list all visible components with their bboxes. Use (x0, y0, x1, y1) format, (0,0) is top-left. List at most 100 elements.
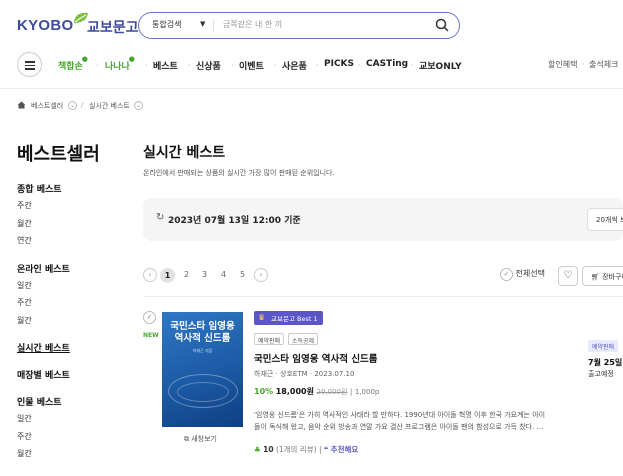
nav-item-nanana[interactable]: 나나나 ● (105, 55, 135, 72)
attendance-link[interactable]: 출석체크 (589, 59, 618, 70)
sidebar-heading-overall[interactable]: 종합 베스트 (17, 182, 62, 195)
nav-item-kyobo-only[interactable]: 교보ONLY (419, 59, 462, 72)
breadcrumb-realtime[interactable]: 실시간 베스트 (89, 101, 130, 111)
page-5[interactable]: 5 (240, 270, 245, 279)
review-count: (1개의 리뷰) (275, 445, 317, 454)
sidebar-item-monthly[interactable]: 월간 (17, 315, 32, 326)
original-price: 20,000원 (316, 388, 348, 396)
select-all[interactable]: ✓ 전체선택 (500, 268, 545, 281)
recommend-label: 추천해요 (330, 445, 359, 454)
book-checkbox[interactable]: ✓ (143, 311, 156, 324)
book-cover[interactable]: 국민스타 임영웅 역사적 신드롬 하재근 지음 (162, 312, 243, 427)
chevron-down-icon[interactable]: ⌄ (68, 101, 77, 110)
book-publisher[interactable]: 상호ETM (280, 370, 308, 378)
book-description: '임영웅 신드롬'은 가히 역사적인 사태라 할 만하다. 1990년대 아이돌… (254, 409, 554, 433)
breadcrumb-bestseller[interactable]: 베스트셀러 (31, 101, 63, 111)
cover-subtitle: 하재근 지음 (192, 348, 213, 353)
nav-item-best[interactable]: 베스트 (153, 59, 178, 72)
checkbox-icon[interactable]: ✓ (500, 268, 513, 281)
logo-wordmark: KYOBO (17, 17, 74, 34)
new-badge: NEW (143, 332, 159, 339)
nav-separator: · (145, 61, 148, 70)
search-icon[interactable] (435, 18, 449, 32)
sidebar-heading-store[interactable]: 매장별 베스트 (17, 368, 70, 381)
sale-price: 18,000원 (275, 387, 314, 396)
header-divider (0, 88, 623, 89)
nav-separator: · (188, 61, 191, 70)
sidebar-heading-person[interactable]: 인물 베스트 (17, 395, 62, 408)
section-description: 온라인에서 판매되는 상품의 실시간 가장 많이 판매된 순위입니다. (143, 169, 335, 177)
search-category[interactable]: 통합검색 (152, 19, 181, 30)
sidebar-item-monthly[interactable]: 월간 (17, 448, 32, 459)
menu-icon-bar (25, 68, 35, 70)
menu-icon-bar (25, 64, 35, 66)
ship-status: 출고예정 (588, 370, 614, 378)
refresh-icon[interactable]: ↻ (156, 212, 164, 223)
sidebar-heading-online[interactable]: 온라인 베스트 (17, 262, 70, 275)
caret-down-icon[interactable]: ▼ (200, 20, 205, 28)
prev-page-icon[interactable]: ‹ (143, 268, 157, 282)
book-meta: 하재근 · 상호ETM · 2023.07.10 (254, 370, 355, 378)
best-badge: ♛ 교보문고 Best 1 (254, 311, 323, 325)
page-2[interactable]: 2 (184, 270, 189, 279)
discount-link[interactable]: 할인혜택 (548, 59, 577, 70)
nav-separator: · (316, 61, 319, 70)
home-icon[interactable] (17, 101, 26, 109)
breadcrumb-separator: / (81, 101, 84, 109)
search-input[interactable]: 금쪽같은 내 한 끼 (223, 19, 282, 30)
external-link-icon: ⧉ (184, 435, 189, 443)
cover-art (177, 382, 229, 402)
page-3[interactable]: 3 (202, 270, 207, 279)
sidebar-item-yearly[interactable]: 연간 (17, 235, 32, 246)
wishlist-button[interactable]: ♡ (558, 266, 578, 286)
ship-date: 7월 25일 (588, 358, 623, 367)
book-title[interactable]: 국민스타 임영웅 역사적 신드롬 (254, 351, 378, 365)
nav-item-gift[interactable]: 사은품 (282, 59, 307, 72)
sidebar-item-weekly[interactable]: 주간 (17, 200, 32, 211)
sidebar-item-daily[interactable]: 일간 (17, 413, 32, 424)
nav-item-casting[interactable]: CASTing (366, 59, 408, 69)
tag-reserve: 예약판매 (254, 333, 285, 345)
book-date: 2023.07.10 (314, 370, 355, 378)
sidebar-item-weekly[interactable]: 주간 (17, 431, 32, 442)
quote-icon: ❝ (323, 445, 329, 454)
nav-item-picks[interactable]: PICKS (324, 59, 354, 69)
nav-item-new[interactable]: 신상품 (196, 59, 221, 72)
nav-separator: · (411, 61, 414, 70)
discount-rate: 10% (254, 387, 274, 396)
sidebar-item-weekly[interactable]: 주간 (17, 297, 32, 308)
reserve-badge: 예약판매 (588, 340, 619, 352)
tag-tax-deduct: 소득공제 (288, 333, 319, 345)
new-dot-icon: ● (81, 55, 88, 63)
book-author[interactable]: 하재근 (254, 370, 273, 378)
timestamp-text: 2023년 07월 13일 12:00 기준 (168, 216, 301, 226)
sidebar-heading-realtime[interactable]: 실시간 베스트 (17, 341, 70, 354)
chevron-down-icon[interactable]: ⌄ (134, 101, 143, 110)
timestamp-box: ↻ 2023년 07월 13일 12:00 기준 20개씩 보기 (143, 198, 623, 241)
page-title: 베스트셀러 (17, 144, 100, 165)
new-dot-icon: ● (128, 55, 135, 63)
sidebar-item-monthly[interactable]: 월간 (17, 218, 32, 229)
nav-separator: · (231, 61, 234, 70)
list-divider (143, 296, 623, 297)
rating-score: 10 (263, 445, 274, 454)
menu-button[interactable] (17, 52, 42, 77)
preview-link[interactable]: ⧉ 새창보기 (184, 434, 217, 444)
sidebar-item-daily[interactable]: 일간 (17, 280, 32, 291)
search-bar[interactable]: 통합검색 ▼ 금쪽같은 내 한 끼 (138, 12, 460, 39)
view-count-select[interactable]: 20개씩 보기 (587, 208, 623, 231)
nav-item-bookhap[interactable]: 책합손 ● (58, 55, 88, 72)
page-4[interactable]: 4 (221, 270, 226, 279)
logo-korean: 교보문고 (87, 20, 139, 36)
nav-item-event[interactable]: 이벤트 (239, 59, 264, 72)
nav-separator: · (582, 60, 585, 69)
book-rating[interactable]: ♣ 10 (1개의 리뷰) | ❝ 추천해요 (254, 444, 358, 455)
nav-separator: · (96, 61, 99, 70)
menu-icon-bar (25, 61, 35, 63)
cart-button[interactable]: 🛒︎ 장바구니 (582, 266, 623, 286)
next-page-icon[interactable]: › (254, 268, 268, 282)
page-1[interactable]: 1 (160, 268, 175, 283)
price-divider: | (349, 388, 353, 396)
section-title: 실시간 베스트 (143, 145, 226, 161)
cover-title: 역사적 신드롬 (174, 333, 231, 344)
